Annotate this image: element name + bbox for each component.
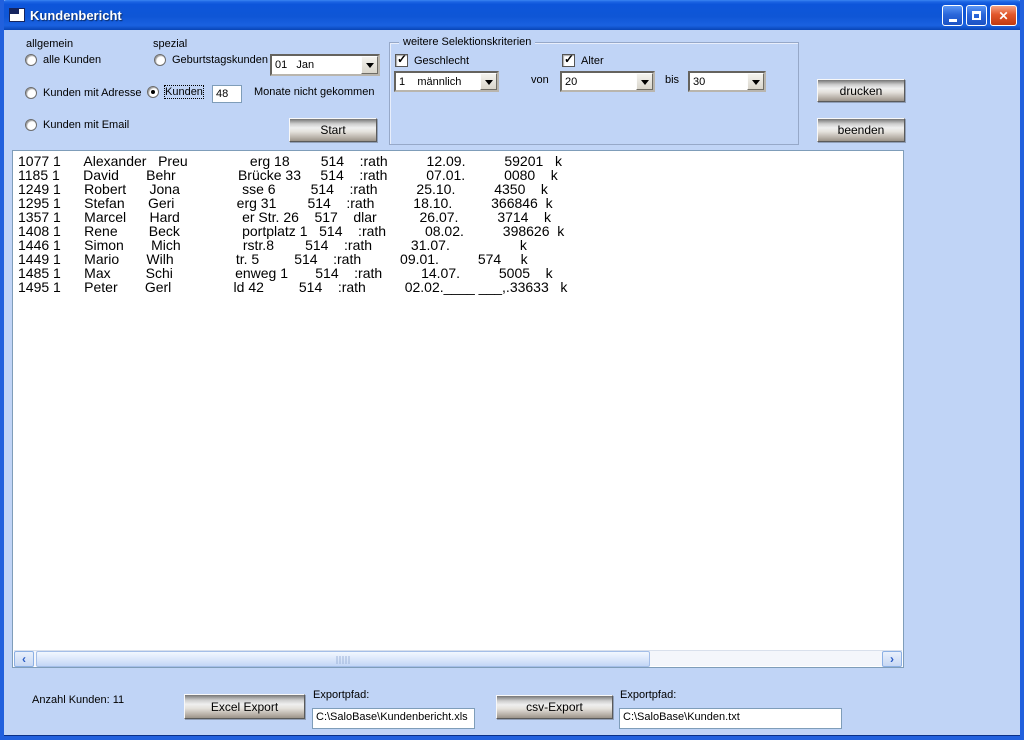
age-checkbox-row[interactable]: Alter — [562, 54, 604, 67]
bis-label: bis — [665, 74, 679, 86]
radio-icon[interactable] — [25, 54, 37, 66]
scrollbar-thumb[interactable] — [36, 651, 650, 667]
radio-icon[interactable] — [25, 87, 37, 99]
quit-button[interactable]: beenden — [817, 118, 905, 142]
months-input[interactable]: 48 — [212, 85, 242, 103]
spezial-label: spezial — [153, 38, 187, 50]
gender-value: 1 männlich — [396, 76, 480, 88]
scroll-left-button[interactable]: ‹ — [14, 651, 34, 667]
radio-alle-kunden-label: alle Kunden — [43, 54, 101, 66]
radio-alle-kunden[interactable]: alle Kunden — [25, 54, 101, 66]
selection-criteria-title: weitere Selektionskriterien — [399, 36, 535, 48]
age-to-value: 30 — [690, 76, 747, 88]
radio-kunden-mit-adresse-label: Kunden mit Adresse — [43, 87, 141, 99]
customer-list[interactable]: 1077 1 Alexander Preu erg 18 514 :rath 1… — [12, 150, 904, 668]
chevron-left-icon: ‹ — [22, 653, 26, 665]
radio-kunden-mit-email-label: Kunden mit Email — [43, 119, 129, 131]
months-suffix-label: Monate nicht gekommen — [254, 86, 374, 98]
csv-path-input[interactable]: C:\SaloBase\Kunden.txt — [619, 708, 842, 729]
age-checkbox[interactable] — [562, 54, 575, 67]
radio-icon[interactable] — [147, 86, 159, 98]
maximize-button[interactable] — [966, 5, 987, 26]
scrollbar-grip-icon — [337, 656, 350, 664]
birthday-month-value: 01 Jan — [272, 59, 361, 71]
minimize-icon — [949, 19, 957, 22]
radio-kunden-label: Kunden — [165, 86, 203, 98]
age-from-select[interactable]: 20 — [560, 71, 655, 92]
csv-exportpfad-label: Exportpfad: — [620, 689, 676, 701]
table-row[interactable]: 1185 1 David Behr Brücke 33 514 :rath 07… — [18, 168, 902, 182]
table-row[interactable]: 1077 1 Alexander Preu erg 18 514 :rath 1… — [18, 154, 902, 168]
von-label: von — [531, 74, 549, 86]
chevron-right-icon: › — [890, 653, 894, 665]
age-label: Alter — [581, 55, 604, 67]
table-row[interactable]: 1485 1 Max Schi enweg 1 514 :rath 14.07.… — [18, 266, 902, 280]
print-button[interactable]: drucken — [817, 79, 905, 102]
csv-export-button[interactable]: csv-Export — [496, 695, 613, 719]
radio-geburtstagskunden[interactable]: Geburtstagskunden — [154, 54, 268, 66]
gender-select[interactable]: 1 männlich — [394, 71, 499, 92]
chevron-down-icon[interactable] — [747, 73, 764, 90]
table-row[interactable]: 1449 1 Mario Wilh tr. 5 514 :rath 09.01.… — [18, 252, 902, 266]
chevron-down-icon[interactable] — [636, 73, 653, 90]
excel-exportpfad-label: Exportpfad: — [313, 689, 369, 701]
gender-label: Geschlecht — [414, 55, 469, 67]
gender-checkbox-row[interactable]: Geschlecht — [395, 54, 469, 67]
chevron-down-icon[interactable] — [361, 56, 378, 74]
app-window: Kundenbericht ✕ allgemein alle Kunden Ku… — [0, 0, 1024, 740]
radio-kunden-mit-email[interactable]: Kunden mit Email — [25, 119, 129, 131]
radio-geburtstagskunden-label: Geburtstagskunden — [172, 54, 268, 66]
horizontal-scrollbar[interactable]: ‹ › — [14, 650, 902, 666]
chevron-down-icon[interactable] — [480, 73, 497, 90]
window-title: Kundenbericht — [30, 8, 122, 23]
excel-export-button[interactable]: Excel Export — [184, 694, 305, 719]
start-button[interactable]: Start — [289, 118, 377, 142]
customer-rows: 1077 1 Alexander Preu erg 18 514 :rath 1… — [18, 154, 902, 294]
table-row[interactable]: 1357 1 Marcel Hard er Str. 26 517 dlar 2… — [18, 210, 902, 224]
excel-path-input[interactable]: C:\SaloBase\Kundenbericht.xls — [312, 708, 475, 729]
table-row[interactable]: 1495 1 Peter Gerl ld 42 514 :rath 02.02.… — [18, 280, 902, 294]
radio-kunden-mit-adresse[interactable]: Kunden mit Adresse — [25, 87, 141, 99]
close-icon: ✕ — [998, 9, 1008, 23]
scroll-right-button[interactable]: › — [882, 651, 902, 667]
birthday-month-select[interactable]: 01 Jan — [270, 54, 380, 76]
radio-icon[interactable] — [154, 54, 166, 66]
minimize-button[interactable] — [942, 5, 963, 26]
radio-kunden[interactable]: Kunden — [147, 86, 203, 98]
gender-checkbox[interactable] — [395, 54, 408, 67]
title-bar[interactable]: Kundenbericht ✕ — [0, 0, 1024, 30]
age-to-select[interactable]: 30 — [688, 71, 766, 92]
allgemein-label: allgemein — [26, 38, 73, 50]
radio-icon[interactable] — [25, 119, 37, 131]
maximize-icon — [972, 11, 981, 20]
table-row[interactable]: 1295 1 Stefan Geri erg 31 514 :rath 18.1… — [18, 196, 902, 210]
table-row[interactable]: 1249 1 Robert Jona sse 6 514 :rath 25.10… — [18, 182, 902, 196]
customer-count-label: Anzahl Kunden: 11 — [32, 694, 124, 706]
table-row[interactable]: 1408 1 Rene Beck portplatz 1 514 :rath 0… — [18, 224, 902, 238]
close-button[interactable]: ✕ — [990, 5, 1017, 26]
form-icon — [9, 8, 25, 22]
age-from-value: 20 — [562, 76, 636, 88]
table-row[interactable]: 1446 1 Simon Mich rstr.8 514 :rath 31.07… — [18, 238, 902, 252]
